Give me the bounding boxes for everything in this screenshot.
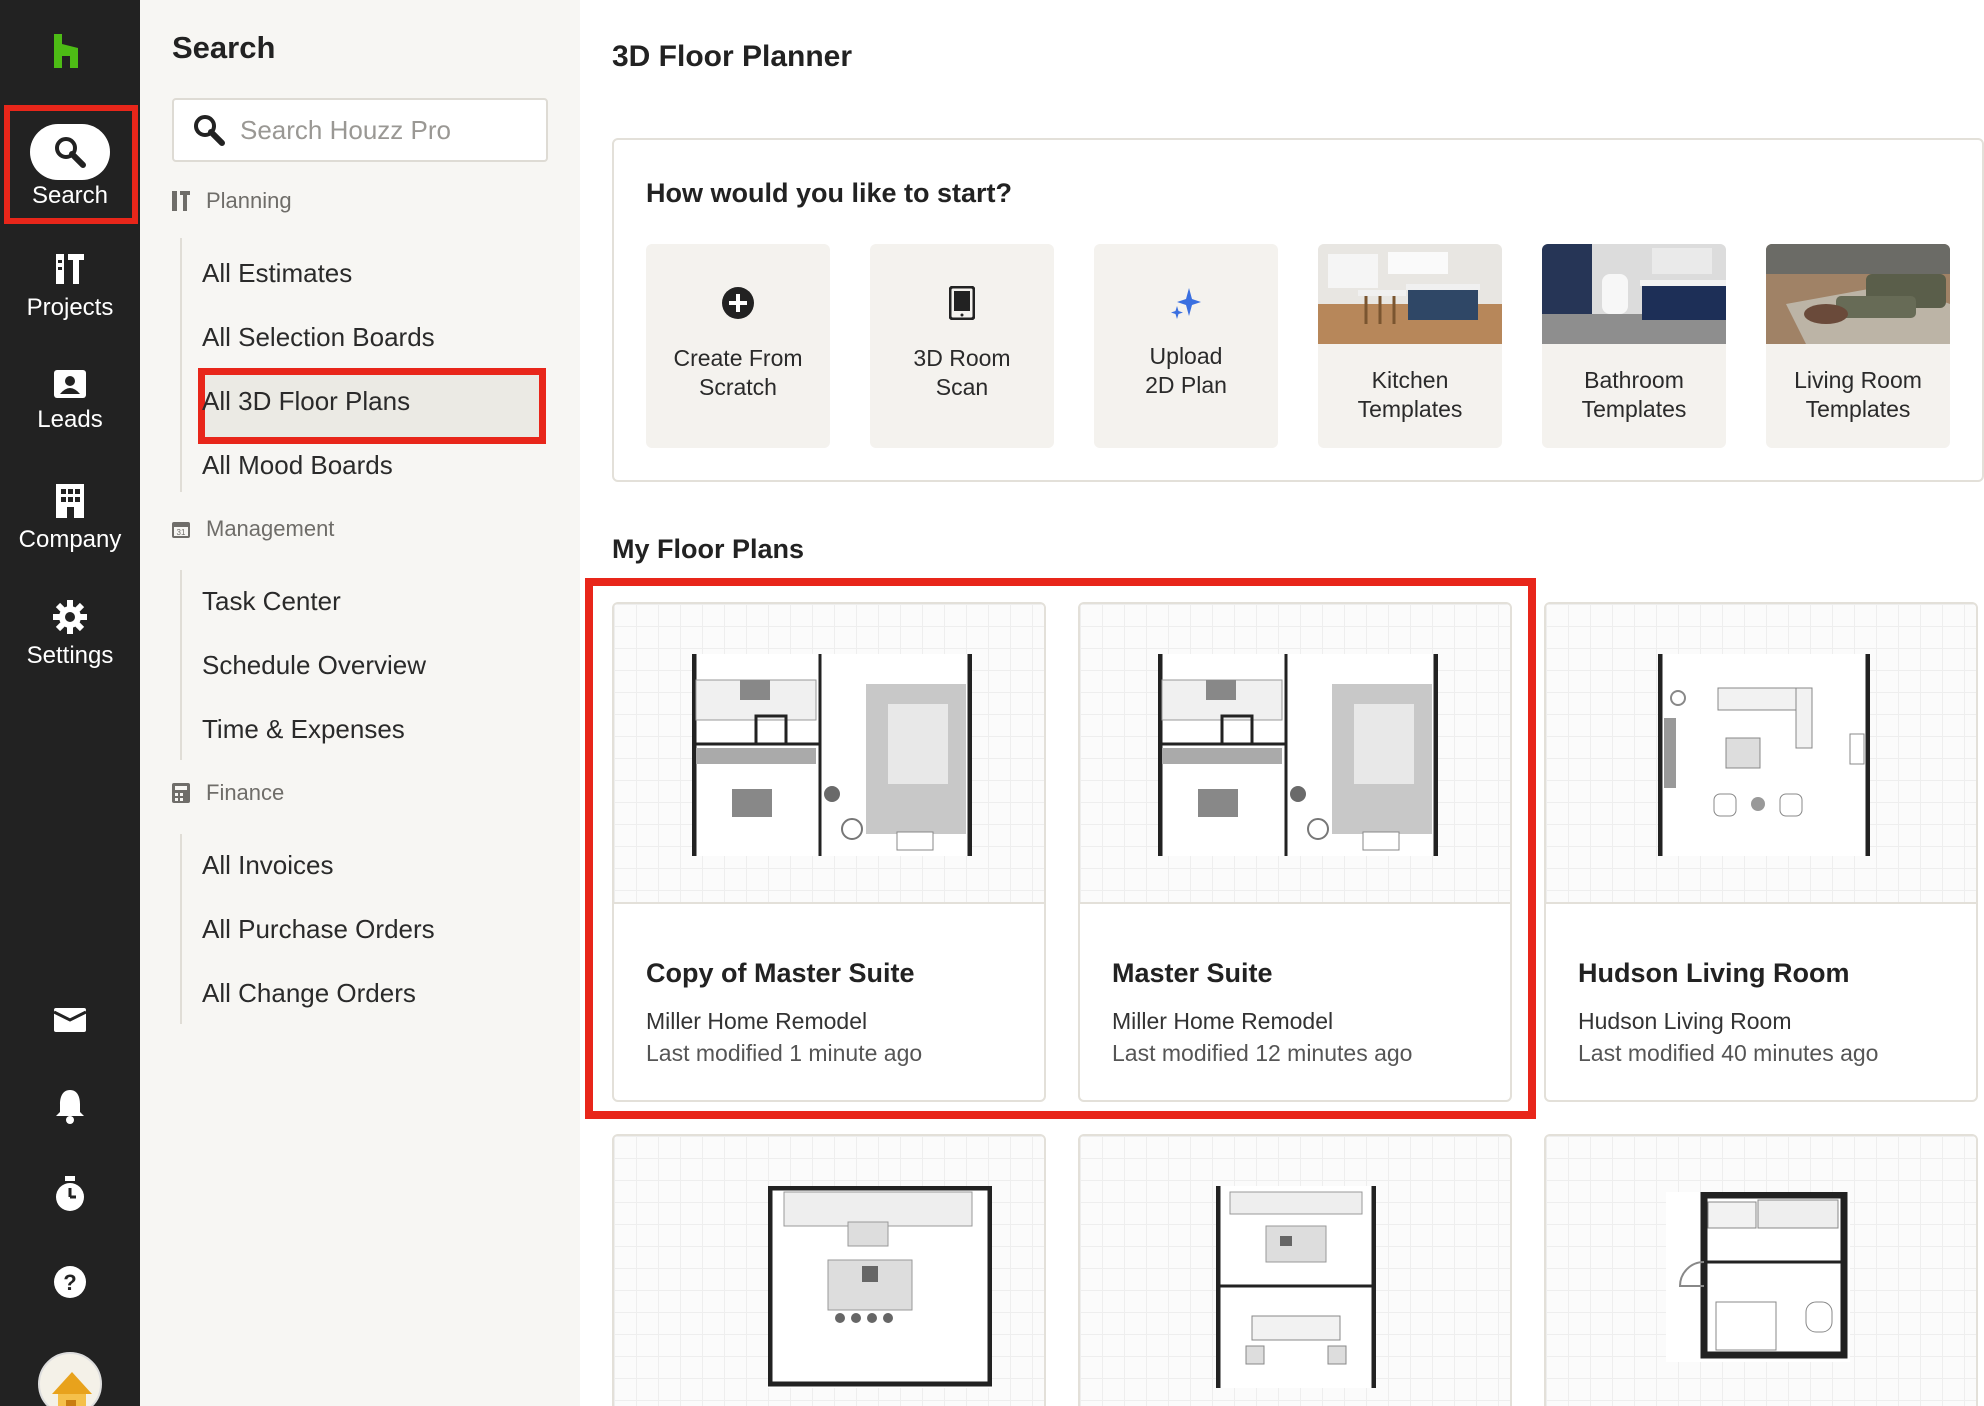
section-finance: Finance xyxy=(172,780,284,806)
company-icon xyxy=(56,484,84,518)
living-room-image xyxy=(1766,244,1950,344)
planning-icon xyxy=(172,191,190,211)
nav-item-schedule-overview[interactable]: Schedule Overview xyxy=(202,650,426,681)
section-planning: Planning xyxy=(172,188,292,214)
option-label: Upload 2D Plan xyxy=(1145,343,1227,398)
option-label: Bathroom Templates xyxy=(1581,367,1687,422)
plan-project: Miller Home Remodel xyxy=(646,1008,868,1034)
rail-item-leads[interactable]: Leads xyxy=(0,370,140,434)
rail-label-leads: Leads xyxy=(37,406,103,433)
rail-label-settings: Settings xyxy=(26,642,114,669)
section-divider xyxy=(180,238,182,492)
kitchen-image xyxy=(1318,244,1502,344)
gear-icon xyxy=(53,600,87,634)
plan-card[interactable] xyxy=(1544,1134,1978,1406)
rail-label-company: Company xyxy=(18,526,122,553)
plan-card[interactable]: Copy of Master Suite Miller Home Remodel… xyxy=(612,602,1046,1102)
plus-circle-icon xyxy=(722,287,754,319)
nav-item-all-estimates[interactable]: All Estimates xyxy=(202,258,352,289)
option-label: 3D Room Scan xyxy=(913,345,1011,400)
page-title: 3D Floor Planner xyxy=(612,40,853,73)
plan-name: Hudson Living Room xyxy=(1578,958,1850,988)
plan-card[interactable]: Hudson Living Room Hudson Living Room La… xyxy=(1544,602,1978,1102)
plan-card[interactable] xyxy=(1078,1134,1512,1406)
sparkle-icon xyxy=(1171,288,1201,319)
bathroom-image xyxy=(1542,244,1726,344)
timer-icon[interactable] xyxy=(50,1174,90,1214)
rail-item-company[interactable]: Company xyxy=(0,484,140,554)
nav-item-all-3d-floor-plans[interactable]: All 3D Floor Plans xyxy=(202,386,410,417)
rail-item-settings[interactable]: Settings xyxy=(0,600,140,670)
search-icon xyxy=(194,115,225,146)
phone-icon xyxy=(949,286,975,320)
projects-icon xyxy=(56,254,84,284)
panel-title: Search xyxy=(172,30,276,65)
section-divider xyxy=(180,570,182,760)
plan-card[interactable]: Master Suite Miller Home Remodel Last mo… xyxy=(1078,602,1512,1102)
search-box[interactable] xyxy=(172,98,548,162)
section-management: 31 Management xyxy=(172,516,334,542)
plan-modified: Last modified 1 minute ago xyxy=(646,1040,923,1066)
help-icon[interactable]: ? xyxy=(50,1262,90,1302)
nav-item-all-purchase-orders[interactable]: All Purchase Orders xyxy=(202,914,435,945)
houzz-logo[interactable] xyxy=(54,34,86,68)
floor-plan-thumbnail xyxy=(1546,1136,1976,1406)
option-create-from-scratch[interactable]: Create From Scratch xyxy=(646,244,830,448)
rail-label-projects: Projects xyxy=(26,294,114,321)
leads-icon xyxy=(54,370,86,398)
nav-item-all-invoices[interactable]: All Invoices xyxy=(202,850,334,881)
floor-plan-thumbnail xyxy=(1546,604,1976,904)
finance-icon xyxy=(172,783,190,803)
nav-item-all-mood-boards[interactable]: All Mood Boards xyxy=(202,450,393,481)
search-input[interactable] xyxy=(240,114,540,146)
svg-text:31: 31 xyxy=(177,528,186,537)
plan-card[interactable] xyxy=(612,1134,1046,1406)
calendar-icon: 31 xyxy=(172,522,190,538)
option-label: Kitchen Templates xyxy=(1357,367,1463,422)
option-label: Living Room Templates xyxy=(1794,367,1922,422)
plan-project: Miller Home Remodel xyxy=(1112,1008,1334,1034)
floor-plan-thumbnail xyxy=(614,1136,1044,1406)
my-floor-plans-title: My Floor Plans xyxy=(612,534,805,564)
plan-project: Hudson Living Room xyxy=(1578,1008,1792,1034)
plan-modified: Last modified 40 minutes ago xyxy=(1578,1040,1879,1066)
nav-item-time-expenses[interactable]: Time & Expenses xyxy=(202,714,405,745)
bell-icon[interactable] xyxy=(50,1086,90,1126)
option-label: Create From Scratch xyxy=(673,345,803,400)
avatar[interactable] xyxy=(38,1352,102,1406)
inbox-icon[interactable] xyxy=(50,1000,90,1040)
nav-item-task-center[interactable]: Task Center xyxy=(202,586,341,617)
floor-plan-thumbnail xyxy=(1080,604,1510,904)
svg-text:?: ? xyxy=(63,1270,76,1295)
nav-item-all-change-orders[interactable]: All Change Orders xyxy=(202,978,416,1009)
option-bathroom-templates[interactable]: Bathroom Templates xyxy=(1542,244,1726,448)
plan-name: Master Suite xyxy=(1112,958,1273,988)
plan-name: Copy of Master Suite xyxy=(646,958,915,988)
option-living-room-templates[interactable]: Living Room Templates xyxy=(1766,244,1950,448)
rail-item-projects[interactable]: Projects xyxy=(0,252,140,322)
floor-plan-thumbnail xyxy=(614,604,1044,904)
section-divider xyxy=(180,834,182,1024)
floor-plan-thumbnail xyxy=(1080,1136,1510,1406)
option-kitchen-templates[interactable]: Kitchen Templates xyxy=(1318,244,1502,448)
nav-item-all-selection-boards[interactable]: All Selection Boards xyxy=(202,322,435,353)
option-upload-2d-plan[interactable]: Upload 2D Plan xyxy=(1094,244,1278,448)
start-prompt: How would you like to start? xyxy=(646,178,1013,208)
search-panel: Search Planning All Estimates All Select… xyxy=(140,0,580,1406)
plan-modified: Last modified 12 minutes ago xyxy=(1112,1040,1413,1066)
left-rail: Search Projects Leads Company Settings ? xyxy=(0,0,140,1406)
rail-search-highlight xyxy=(4,105,138,224)
option-3d-room-scan[interactable]: 3D Room Scan xyxy=(870,244,1054,448)
